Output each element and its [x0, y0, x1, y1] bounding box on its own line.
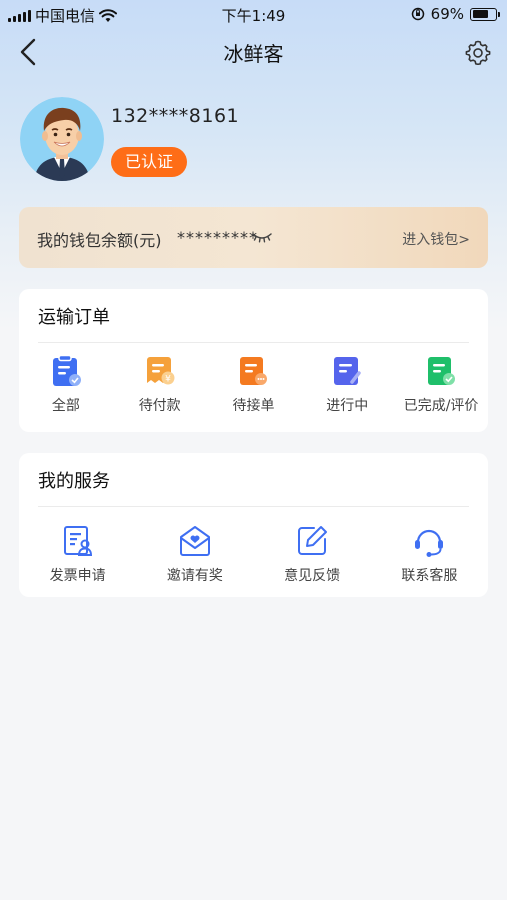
service-invoice[interactable]: 发票申请: [19, 523, 136, 585]
gear-icon[interactable]: [465, 39, 491, 65]
status-bar: 中国电信 下午1:49 69%: [0, 0, 507, 28]
phone-number: 132****8161: [111, 105, 240, 127]
services-title: 我的服务: [38, 471, 110, 492]
svg-text:¥: ¥: [165, 375, 171, 385]
wallet-balance-masked: *********: [177, 228, 258, 247]
verified-badge: 已认证: [111, 147, 188, 177]
order-pending-payment-label: 待付款: [138, 398, 181, 414]
enter-wallet-link[interactable]: 进入钱包>: [402, 229, 470, 249]
customer-service-icon: [415, 529, 444, 557]
battery-percent: 69%: [430, 5, 464, 23]
in-progress-icon: [334, 357, 362, 385]
order-in-progress[interactable]: 进行中: [300, 353, 394, 415]
services-items: 发票申请 邀请有奖 意见反馈 联系客服: [19, 523, 488, 585]
orders-divider: [38, 342, 469, 343]
orders-title: 运输订单: [38, 307, 110, 328]
order-completed[interactable]: 已完成/评价: [394, 353, 488, 415]
profile-section: 132****8161 已认证: [20, 97, 490, 187]
orientation-lock-icon: [411, 7, 424, 21]
service-customer[interactable]: 联系客服: [371, 523, 488, 585]
order-all[interactable]: 全部: [19, 353, 113, 415]
service-invite[interactable]: 邀请有奖: [136, 523, 253, 585]
avatar-illustration: [20, 97, 104, 181]
service-feedback-label: 意见反馈: [284, 568, 341, 584]
invite-reward-icon: [179, 526, 210, 556]
service-feedback[interactable]: 意见反馈: [254, 523, 371, 585]
services-divider: [38, 506, 469, 507]
pending-payment-icon: ¥: [146, 357, 175, 385]
service-customer-label: 联系客服: [401, 568, 458, 584]
my-services-card: 我的服务 发票申请 邀请有奖 意见反馈 联系客服: [19, 453, 488, 597]
wallet-card[interactable]: 我的钱包余额(元) ********* 进入钱包>: [19, 207, 488, 268]
order-in-progress-label: 进行中: [326, 398, 369, 414]
nav-bar: 冰鲜客: [0, 28, 507, 76]
service-invoice-label: 发票申请: [49, 568, 106, 584]
battery-icon: [470, 7, 500, 21]
order-completed-label: 已完成/评价: [403, 398, 479, 414]
transport-orders-card: 运输订单 全部 ¥ 待付款 待接单 进行中 已完成/评价: [19, 289, 488, 432]
status-right: 69%: [411, 5, 500, 23]
avatar[interactable]: [20, 97, 104, 181]
all-orders-icon: [52, 354, 81, 386]
order-pending-accept-label: 待接单: [232, 398, 275, 414]
service-invite-label: 邀请有奖: [166, 568, 223, 584]
pending-accept-icon: [240, 357, 268, 385]
order-pending-payment[interactable]: ¥ 待付款: [113, 353, 207, 415]
invoice-icon: [63, 526, 92, 556]
completed-icon: [428, 357, 456, 385]
order-pending-accept[interactable]: 待接单: [207, 353, 301, 415]
order-all-label: 全部: [51, 398, 80, 414]
feedback-icon: [298, 526, 328, 555]
page-title: 冰鲜客: [223, 42, 284, 66]
wallet-balance-label: 我的钱包余额(元): [37, 231, 162, 250]
orders-items: 全部 ¥ 待付款 待接单 进行中 已完成/评价: [19, 353, 488, 415]
eye-closed-icon[interactable]: [251, 230, 273, 244]
